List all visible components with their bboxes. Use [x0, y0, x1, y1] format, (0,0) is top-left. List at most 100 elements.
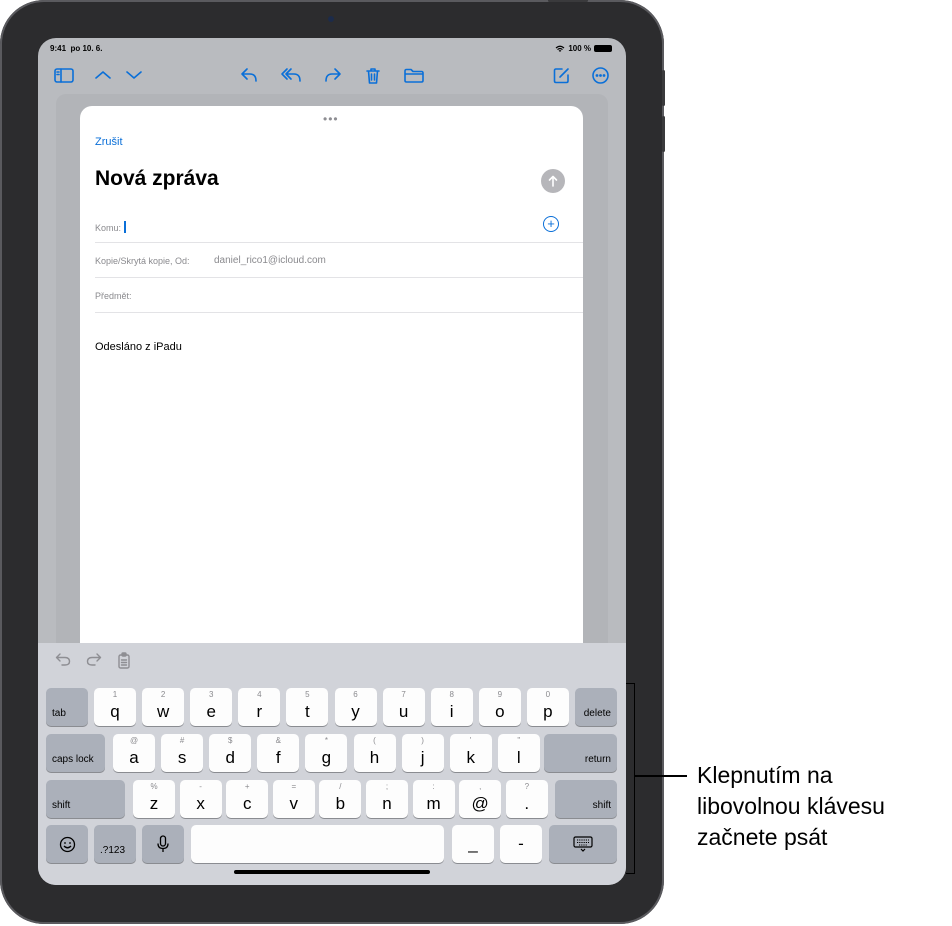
key-@[interactable]: , @ — [459, 780, 502, 818]
key-a[interactable]: @ a — [113, 734, 155, 772]
key-hint: 2 — [160, 690, 166, 699]
key-hint: 5 — [305, 690, 310, 699]
key-z[interactable]: % z — [133, 780, 175, 818]
more-icon — [591, 66, 609, 84]
emoji-key[interactable] — [46, 825, 88, 863]
key-u[interactable]: 7u — [382, 688, 425, 726]
key-t[interactable]: 5t — [286, 688, 329, 726]
key-j[interactable]: ) j — [401, 734, 444, 772]
key-x[interactable]: -x — [179, 780, 222, 818]
shift-left-key[interactable]: shift — [46, 780, 125, 818]
reply-button[interactable] — [238, 62, 260, 88]
subject-label: Předmět: — [95, 291, 132, 301]
status-bar: 9:41 po 10. 6. 100 % — [38, 38, 626, 60]
key-s[interactable]: # s — [161, 734, 204, 772]
paste-button[interactable] — [118, 652, 132, 674]
key-label: u — [398, 702, 409, 721]
dash-key[interactable]: - — [500, 825, 542, 863]
key-hint: = — [291, 782, 297, 791]
tab-key-label: tab — [52, 708, 66, 719]
delete-key[interactable]: delete — [575, 688, 617, 726]
delete-key-label: delete — [583, 708, 611, 719]
subject-field[interactable]: Předmět: — [95, 278, 583, 313]
redo-button[interactable] — [86, 652, 102, 671]
key-label: q — [110, 702, 120, 721]
space-key[interactable] — [191, 825, 444, 863]
signature[interactable]: Odesláno z iPadu — [95, 341, 182, 353]
compose-icon — [553, 67, 569, 83]
reply-all-button[interactable] — [278, 62, 304, 88]
to-label-text: Komu: — [95, 223, 122, 233]
sheet-grabber-icon[interactable]: ••• — [323, 112, 339, 126]
underscore-key-label: _ — [468, 834, 478, 853]
key-label: v — [289, 794, 299, 813]
underscore-key[interactable]: _ — [452, 825, 494, 863]
compose-sheet: ••• Zrušit Nová zpráva Komu: + Kopie/Skr… — [80, 106, 583, 726]
sidebar-button[interactable] — [52, 62, 76, 88]
trash-button[interactable] — [362, 62, 384, 88]
numbers-key[interactable]: .?123 — [94, 825, 136, 863]
callout-line-3: začnete psát — [697, 824, 828, 850]
key-d[interactable]: $ d — [209, 734, 252, 772]
cc-label: Kopie/Skrytá kopie, Od: — [95, 256, 190, 266]
callout-text: Klepnutím na libovolnou klávesu začnete … — [697, 760, 947, 853]
key-k[interactable]: ' k — [449, 734, 492, 772]
return-key[interactable]: return — [544, 734, 617, 772]
key-label: t — [305, 702, 310, 721]
shift-right-key[interactable]: shift — [555, 780, 617, 818]
key-i[interactable]: 8i — [430, 688, 473, 726]
keyboard: tab 1q2w3e4r5t6y7u8i9o0p delete caps loc… — [38, 643, 626, 885]
undo-icon — [55, 653, 71, 666]
key-hint: 1 — [112, 690, 118, 699]
battery-icon — [594, 45, 612, 52]
send-arrow-icon — [548, 175, 558, 187]
hide-keyboard-key[interactable] — [549, 825, 617, 863]
key-label: j — [420, 748, 425, 767]
to-field[interactable]: Komu: — [95, 208, 583, 243]
dictation-key[interactable] — [142, 825, 184, 863]
chevron-up-icon — [95, 71, 111, 79]
key-w[interactable]: 2w — [142, 688, 185, 726]
undo-button[interactable] — [55, 652, 71, 671]
caps-lock-key[interactable]: caps lock — [46, 734, 105, 772]
key-label: s — [177, 748, 187, 767]
key-hint: ? — [524, 782, 530, 791]
key-.[interactable]: ?. — [505, 780, 548, 818]
chevron-down-icon — [126, 71, 142, 79]
more-button[interactable] — [589, 62, 611, 88]
cancel-button[interactable]: Zrušit — [95, 136, 123, 148]
key-q[interactable]: 1q — [94, 688, 136, 726]
key-o[interactable]: 9o — [478, 688, 521, 726]
key-f[interactable]: & f — [257, 734, 300, 772]
key-c[interactable]: + c — [226, 780, 269, 818]
key-y[interactable]: 6y — [334, 688, 377, 726]
next-message-button[interactable] — [123, 62, 145, 88]
forward-button[interactable] — [322, 62, 344, 88]
shift-left-key-label: shift — [52, 800, 71, 811]
key-g[interactable]: * g — [305, 734, 348, 772]
key-m[interactable]: :m — [412, 780, 455, 818]
key-l[interactable]: " l — [497, 734, 540, 772]
key-e[interactable]: 3e — [190, 688, 233, 726]
key-hint: ; — [385, 782, 389, 791]
key-label: e — [206, 702, 216, 721]
previous-message-button[interactable] — [92, 62, 114, 88]
top-button — [548, 0, 588, 2]
status-time: 9:41 po 10. 6. — [50, 44, 102, 53]
send-button[interactable] — [541, 169, 565, 193]
text-cursor — [124, 221, 126, 233]
compose-button[interactable] — [550, 62, 572, 88]
move-to-folder-button[interactable] — [402, 62, 426, 88]
key-r[interactable]: 4r — [238, 688, 281, 726]
callout-line-2: libovolnou klávesu — [697, 793, 885, 819]
cc-from-field[interactable]: Kopie/Skrytá kopie, Od: daniel_rico1@icl… — [95, 243, 583, 278]
key-h[interactable]: (h — [353, 734, 396, 772]
key-v[interactable]: = v — [272, 780, 315, 818]
key-label: d — [225, 748, 235, 767]
key-p[interactable]: 0p — [526, 688, 569, 726]
key-n[interactable]: ; n — [366, 780, 408, 818]
tab-key[interactable]: tab — [46, 688, 88, 726]
key-b[interactable]: / b — [319, 780, 362, 818]
to-label: Komu: — [95, 221, 126, 233]
add-contact-icon[interactable]: + — [543, 216, 559, 232]
